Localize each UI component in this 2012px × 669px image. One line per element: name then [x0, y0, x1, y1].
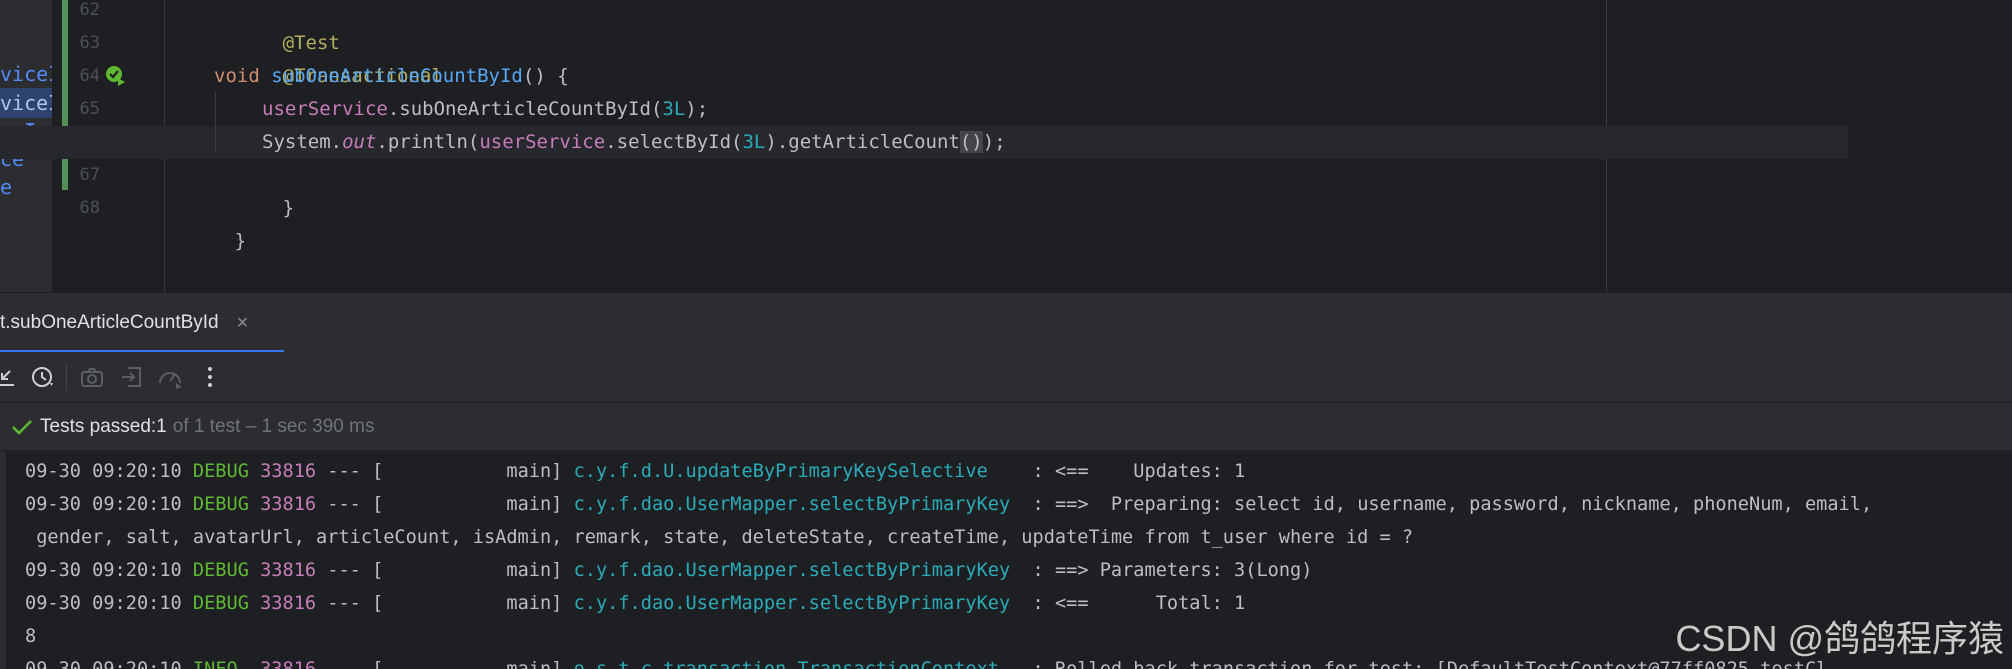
matched-paren: ) [971, 131, 983, 153]
log-timestamp: 09-30 09:20:10 [25, 659, 193, 669]
test-status-bar: Tests passed: 1 of 1 test – 1 sec 390 ms [0, 403, 2012, 451]
code-editor[interactable]: viceIm viceIm ceImp ce e 62 63 64 65 66 … [0, 0, 2012, 292]
code-area[interactable]: @Test @Transactional void subOneArticleC… [164, 0, 2012, 292]
log-line: 09-30 09:20:10 INFO 33816 --- [ main] o.… [25, 653, 1827, 669]
log-level: DEBUG [192, 494, 249, 515]
status-label: Tests passed: [40, 415, 157, 437]
log-thread: --- [ main] [316, 593, 574, 614]
more-options-icon[interactable] [196, 363, 224, 391]
log-pid: 33816 [260, 494, 317, 515]
log-pid: 33816 [260, 593, 317, 614]
log-thread: --- [ main] [316, 659, 573, 669]
test-passed-run-icon[interactable] [104, 64, 126, 86]
line-number: 67 [79, 165, 100, 185]
code-text: ); [685, 98, 709, 120]
code-text: .subOneArticleCountById( [387, 98, 663, 120]
log-thread: --- [ main] [316, 461, 574, 482]
log-line-wrap: gender, salt, avatarUrl, articleCount, i… [25, 521, 1413, 554]
check-icon [12, 419, 32, 435]
run-toolbar [0, 352, 2012, 403]
log-message: : ==> Preparing: select id, username, pa… [1010, 494, 1873, 515]
log-logger[interactable]: c.y.f.dao.UserMapper.selectByPrimaryKey [574, 494, 1011, 515]
static-field: out [342, 131, 377, 153]
log-message: gender, salt, avatarUrl, articleCount, i… [25, 527, 1414, 548]
code-line-62[interactable]: @Test [214, 0, 340, 54]
field-ref: userService [479, 131, 606, 153]
log-line: 09-30 09:20:10 DEBUG 33816 --- [ main] c… [25, 488, 1872, 521]
code-line-68[interactable]: } [166, 192, 246, 252]
log-message: : <== Updates: 1 [987, 461, 1246, 482]
status-detail: of 1 test – 1 sec 390 ms [172, 415, 375, 437]
log-message: : ==> Parameters: 3(Long) [1010, 560, 1313, 581]
run-tab-label[interactable]: t.subOneArticleCountById [0, 312, 219, 334]
code-text: ).getArticleCount [765, 131, 960, 153]
stdout-value: 8 [25, 626, 37, 647]
log-logger[interactable]: c.y.f.dao.UserMapper.selectByPrimaryKey [574, 593, 1011, 614]
speedometer-icon[interactable] [156, 363, 184, 391]
log-timestamp: 09-30 09:20:10 [25, 494, 193, 515]
close-icon[interactable]: × [237, 312, 249, 335]
log-line: 09-30 09:20:10 DEBUG 33816 --- [ main] c… [25, 455, 1245, 488]
code-text: () { [522, 65, 569, 87]
status-count: 1 [156, 415, 167, 437]
log-line: 09-30 09:20:10 DEBUG 33816 --- [ main] c… [25, 554, 1312, 587]
keyword: void [214, 65, 260, 87]
log-pid: 33816 [260, 461, 317, 482]
code-text: } [282, 197, 295, 219]
import-icon[interactable] [118, 363, 146, 391]
code-text: ); [982, 131, 1006, 153]
code-line-65[interactable]: userService.subOneArticleCountById(3L); [262, 93, 708, 126]
log-logger[interactable]: c.y.f.d.U.updateByPrimaryKeySelective [574, 461, 988, 482]
line-number: 65 [79, 99, 100, 119]
line-number: 62 [79, 0, 100, 20]
log-pid: 33816 [260, 560, 317, 581]
camera-icon[interactable] [78, 363, 106, 391]
line-number: 64 [79, 66, 100, 86]
log-level: DEBUG [192, 560, 249, 581]
log-timestamp: 09-30 09:20:10 [25, 593, 193, 614]
run-tab[interactable]: t.subOneArticleCountById × [0, 293, 266, 353]
number-literal: 3L [662, 98, 686, 120]
log-message: : <== Total: 1 [1010, 593, 1246, 614]
code-text: } [234, 230, 247, 252]
log-pid: 33816 [260, 659, 316, 669]
line-number: 63 [79, 33, 100, 53]
collapse-icon[interactable] [0, 363, 22, 391]
code-text: System. [262, 131, 343, 153]
code-text: .println( [376, 131, 480, 153]
stdout-line: 8 [25, 620, 36, 653]
method-name: subOneArticleCountById [271, 65, 523, 87]
log-thread: --- [ main] [316, 494, 574, 515]
log-line: 09-30 09:20:10 DEBUG 33816 --- [ main] c… [25, 587, 1245, 620]
line-number: 68 [79, 198, 100, 218]
log-logger[interactable]: c.y.f.dao.UserMapper.selectByPrimaryKey [574, 560, 1011, 581]
log-level: INFO [193, 659, 249, 669]
run-tool-window-header: t.subOneArticleCountById × [0, 292, 2012, 353]
code-line-63[interactable]: @Transactional [214, 27, 443, 87]
log-level: DEBUG [192, 593, 249, 614]
project-tree-item-selected[interactable]: viceIm [0, 88, 52, 118]
code-line-64[interactable]: void subOneArticleCountById() { [214, 60, 569, 93]
code-text: .selectById( [605, 131, 743, 153]
watermark: CSDN @鸽鸽程序猿 [1675, 618, 2004, 659]
console-gutter [0, 451, 6, 669]
code-line-67[interactable]: } [214, 159, 294, 219]
project-tree-item[interactable]: viceIm [0, 62, 52, 86]
code-line-66[interactable]: System.out.println(userService.selectByI… [262, 126, 1006, 159]
toolbar-separator [66, 364, 67, 390]
log-thread: --- [ main] [316, 560, 574, 581]
log-timestamp: 09-30 09:20:10 [25, 560, 193, 581]
log-logger[interactable]: o.s.t.c.transaction.TransactionContext [574, 659, 999, 669]
number-literal: 3L [742, 131, 766, 153]
history-clock-icon[interactable] [28, 363, 56, 391]
field-ref: userService [262, 98, 388, 120]
log-timestamp: 09-30 09:20:10 [25, 461, 193, 482]
project-tree-item[interactable]: e [0, 175, 12, 199]
matched-paren: ( [959, 131, 972, 153]
log-level: DEBUG [192, 461, 249, 482]
